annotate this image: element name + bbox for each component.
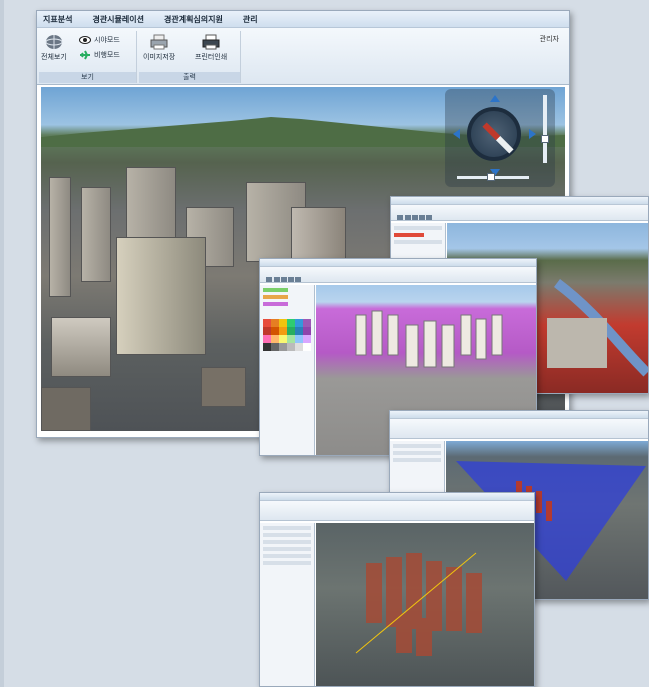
user-label: 관리자	[539, 35, 559, 43]
menu-item-landscape-simulation[interactable]: 경관시뮬레이션	[92, 14, 144, 25]
screenshot-building-volumes	[259, 492, 535, 687]
airplane-icon	[80, 50, 90, 60]
sub-viewport	[316, 523, 534, 686]
printer-icon	[150, 34, 168, 50]
building	[201, 367, 246, 407]
main-menubar: 지표분석 경관시뮬레이션 경관계획심의지원 관리	[37, 11, 569, 28]
save-image-label: 이미지저장	[143, 53, 176, 61]
ribbon-group-output: 이미지저장 프린터인쇄 출력	[139, 31, 241, 83]
building-volume-overlay	[355, 552, 482, 656]
compass-icon[interactable]	[467, 107, 521, 161]
color-palette[interactable]	[263, 319, 311, 363]
print-label: 프린터인쇄	[195, 53, 228, 61]
building	[51, 317, 111, 377]
menu-item-planning-review[interactable]: 경관계획심의지원	[164, 14, 223, 25]
pan-up-icon[interactable]	[490, 95, 500, 102]
eye-icon	[79, 36, 91, 44]
sub-menubar	[390, 411, 648, 419]
output-group-caption: 출력	[139, 72, 240, 83]
pan-left-icon[interactable]	[453, 129, 460, 139]
ribbon-toolbar: 전체보기 시야모드 비행모드 보기 이미지저장 프린터인쇄 출력 관리자	[37, 28, 569, 85]
sub-menubar	[391, 197, 648, 205]
page-left-border	[0, 0, 4, 687]
pan-right-icon[interactable]	[529, 129, 536, 139]
printer-icon	[202, 34, 220, 50]
navigation-control[interactable]	[445, 89, 555, 187]
full-view-button[interactable]: 전체보기	[41, 34, 67, 62]
print-button[interactable]: 프린터인쇄	[195, 34, 227, 62]
tilt-slider[interactable]	[457, 173, 529, 181]
full-view-label: 전체보기	[41, 53, 67, 61]
building	[41, 387, 91, 431]
sub-side-panel	[260, 285, 315, 455]
building	[81, 187, 111, 282]
flight-mode-button[interactable]: 비행모드	[79, 50, 120, 60]
building	[49, 177, 71, 297]
ribbon-group-view: 전체보기 시야모드 비행모드 보기	[39, 31, 137, 83]
compass-needle	[482, 122, 514, 154]
sub-ribbon	[390, 419, 648, 439]
zoom-slider[interactable]	[541, 95, 549, 163]
menu-item-indicator-analysis[interactable]: 지표분석	[43, 14, 72, 25]
sub-side-panel	[260, 523, 315, 686]
sub-ribbon	[260, 501, 534, 521]
sight-mode-label: 시야모드	[94, 36, 120, 44]
sight-mode-button[interactable]: 시야모드	[79, 35, 120, 45]
tilt-slider-handle[interactable]	[487, 173, 495, 181]
sub-menubar	[260, 259, 536, 267]
sub-ribbon	[260, 267, 536, 283]
view-group-caption: 보기	[39, 72, 136, 83]
sub-ribbon	[391, 205, 648, 221]
globe-icon	[45, 35, 63, 49]
menu-item-admin[interactable]: 관리	[243, 14, 258, 25]
zoom-slider-handle[interactable]	[541, 135, 549, 143]
sub-menubar	[260, 493, 534, 501]
tall-building	[116, 237, 206, 355]
flight-mode-label: 비행모드	[94, 51, 120, 59]
save-image-button[interactable]: 이미지저장	[143, 34, 175, 62]
